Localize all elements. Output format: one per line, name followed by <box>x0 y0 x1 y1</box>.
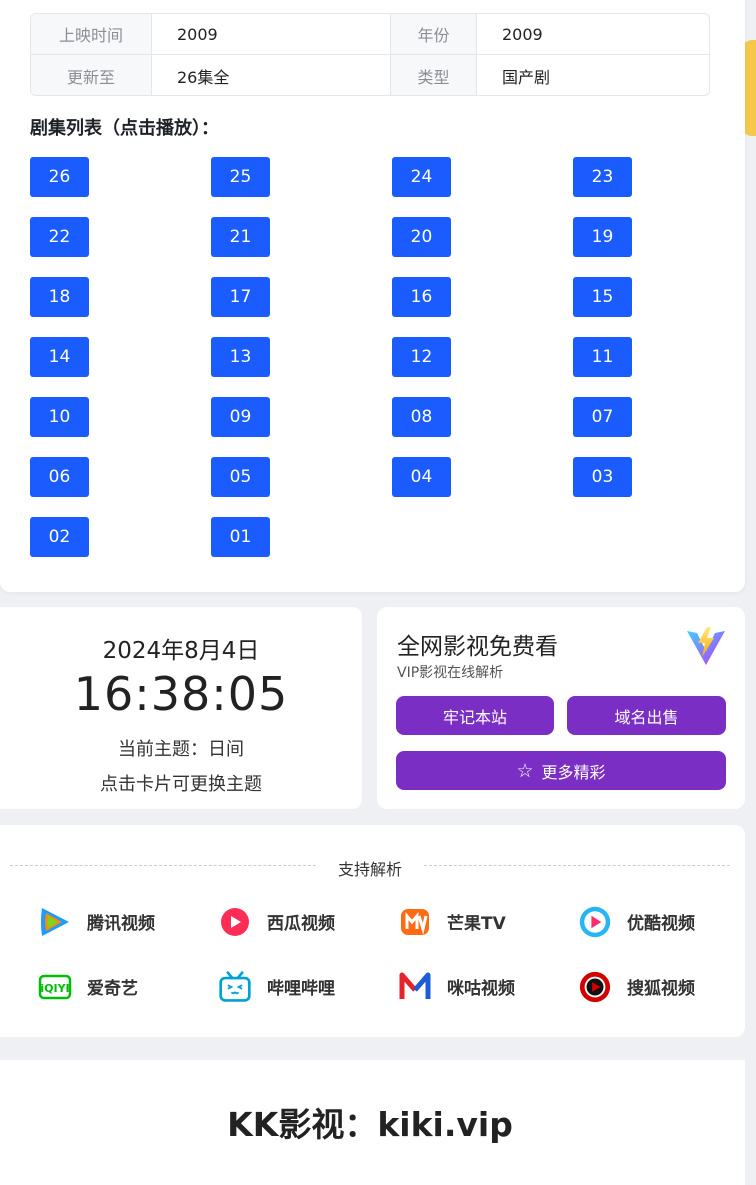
iqiyi-icon: iQIYI <box>38 970 72 1004</box>
platform-grid: 腾讯视频 西瓜视频 芒果TV 优酷视频 iQIYI 爱奇艺 哔哩哔哩 咪咕视频 … <box>38 905 738 1003</box>
platform-xigua[interactable]: 西瓜视频 <box>218 905 398 938</box>
site-brand: KK影视：kiki.vip <box>227 1105 513 1144</box>
platform-tencent[interactable]: 腾讯视频 <box>38 905 218 938</box>
footer: KK影视：kiki.vip <box>0 1060 745 1185</box>
clock-date: 2024年8月4日 <box>102 638 260 664</box>
episode-button[interactable]: 07 <box>573 397 632 437</box>
episode-button[interactable]: 09 <box>211 397 270 437</box>
support-title: 支持解析 <box>337 860 402 879</box>
update-value: 26集全 <box>152 55 391 95</box>
star-icon: ☆ <box>516 759 534 782</box>
theme-indicator: 当前主题：日间 <box>118 739 244 760</box>
year-label: 年份 <box>391 14 477 55</box>
mango-tv-icon <box>398 905 432 939</box>
episode-button[interactable]: 12 <box>392 337 451 377</box>
supported-platforms-panel: 支持解析 腾讯视频 西瓜视频 芒果TV 优酷视频 iQIYI 爱奇艺 哔哩哔哩 … <box>0 825 745 1037</box>
episode-button[interactable]: 05 <box>211 457 270 497</box>
more-button-label: 更多精彩 <box>541 762 606 782</box>
migu-video-icon <box>398 970 432 1004</box>
platform-mango[interactable]: 芒果TV <box>398 905 578 938</box>
episode-button[interactable]: 17 <box>211 277 270 317</box>
episode-button[interactable]: 19 <box>573 217 632 257</box>
episode-button[interactable]: 14 <box>30 337 89 377</box>
episode-button[interactable]: 10 <box>30 397 89 437</box>
episode-list-title: 剧集列表（点击播放）： <box>30 118 219 139</box>
vite-logo-icon <box>687 627 725 665</box>
platform-bilibili[interactable]: 哔哩哔哩 <box>218 970 398 1003</box>
release-label: 上映时间 <box>31 14 152 55</box>
more-button[interactable]: ☆ 更多精彩 <box>396 751 726 790</box>
tencent-video-icon <box>38 905 72 939</box>
episode-button[interactable]: 21 <box>211 217 270 257</box>
clock-card[interactable]: 2024年8月4日 16:38:05 当前主题：日间 点击卡片可更换主题 <box>0 607 362 809</box>
clock-time: 16:38:05 <box>73 667 289 721</box>
release-value: 2009 <box>152 14 391 55</box>
episode-button[interactable]: 23 <box>573 157 632 197</box>
type-label: 类型 <box>391 55 477 95</box>
divider-right <box>424 865 730 866</box>
episode-button[interactable]: 16 <box>392 277 451 317</box>
type-value: 国产剧 <box>502 67 551 87</box>
bookmark-button[interactable]: 牢记本站 <box>396 696 554 735</box>
platform-iqiyi[interactable]: iQIYI 爱奇艺 <box>38 970 218 1003</box>
vip-subtitle: VIP影视在线解析 <box>397 665 504 681</box>
youku-icon <box>578 905 612 939</box>
platform-sohu[interactable]: 搜狐视频 <box>578 970 756 1003</box>
episode-button[interactable]: 20 <box>392 217 451 257</box>
vip-card: 全网影视免费看 VIP影视在线解析 牢记本站 域名出售 ☆ 更多精彩 <box>377 607 745 809</box>
episode-button[interactable]: 26 <box>30 157 89 197</box>
episode-grid: 26 25 24 23 22 21 20 19 18 17 16 15 14 13 12 11 10 09 08 07… <box>30 157 730 557</box>
sohu-video-icon <box>578 970 612 1004</box>
episode-button[interactable]: 01 <box>211 517 270 557</box>
vip-title: 全网影视免费看 <box>397 634 558 660</box>
platform-youku[interactable]: 优酷视频 <box>578 905 756 938</box>
episode-button[interactable]: 25 <box>211 157 270 197</box>
detail-panel: 上映时间 2009 年份 2009 更新至 26集全 类型 国产剧 剧集列表（点… <box>0 0 745 592</box>
bilibili-icon <box>218 970 252 1004</box>
episode-button[interactable]: 22 <box>30 217 89 257</box>
platform-migu[interactable]: 咪咕视频 <box>398 970 578 1003</box>
episode-button[interactable]: 08 <box>392 397 451 437</box>
episode-button[interactable]: 15 <box>573 277 632 317</box>
episode-button[interactable]: 24 <box>392 157 451 197</box>
episode-button[interactable]: 13 <box>211 337 270 377</box>
svg-text:iQIYI: iQIYI <box>40 982 69 995</box>
xigua-video-icon <box>218 905 252 939</box>
episode-button[interactable]: 03 <box>573 457 632 497</box>
domain-sale-button[interactable]: 域名出售 <box>567 696 726 735</box>
episode-button[interactable]: 06 <box>30 457 89 497</box>
episode-button[interactable]: 18 <box>30 277 89 317</box>
episode-button[interactable]: 11 <box>573 337 632 377</box>
episode-button[interactable]: 02 <box>30 517 89 557</box>
update-label: 更新至 <box>31 55 152 95</box>
episode-button[interactable]: 04 <box>392 457 451 497</box>
theme-hint: 点击卡片可更换主题 <box>100 774 262 795</box>
year-value: 2009 <box>477 14 709 55</box>
info-table: 上映时间 2009 年份 2009 更新至 26集全 类型 国产剧 <box>30 13 710 96</box>
